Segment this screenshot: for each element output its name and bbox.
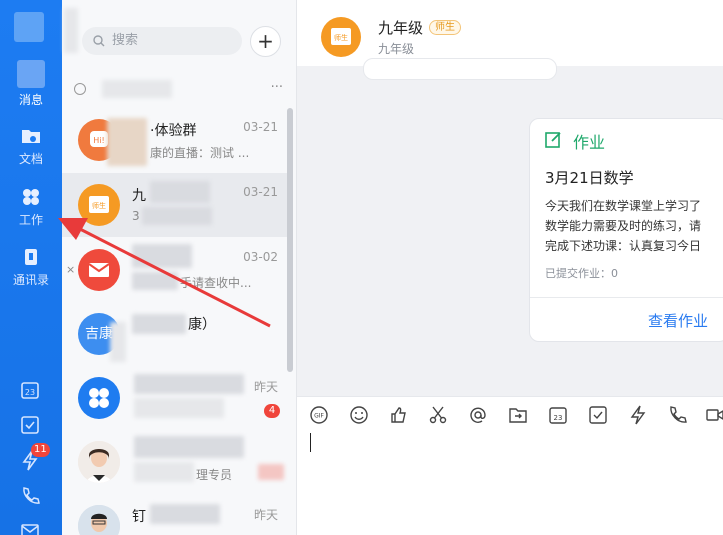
list-item[interactable]: × 手请查收中... 03-02 bbox=[62, 238, 292, 302]
search-input[interactable]: 搜索 bbox=[82, 27, 242, 55]
class-avatar: 师生 bbox=[78, 184, 120, 226]
list-item[interactable]: Hi! ·体验群 康的直播：测试 ... 03-21 bbox=[62, 108, 292, 172]
phone-icon[interactable] bbox=[19, 485, 41, 507]
person-avatar bbox=[78, 441, 120, 483]
scissors-icon[interactable] bbox=[428, 405, 448, 425]
checkbox-icon[interactable] bbox=[588, 405, 608, 425]
conversation-preview: 手请查收中... bbox=[180, 276, 252, 290]
previous-message bbox=[363, 58, 557, 80]
chat-title: 九年级 bbox=[378, 19, 424, 37]
conversation-time: 03-02 bbox=[243, 250, 278, 264]
input-toolbar: GIF 23 bbox=[297, 396, 723, 432]
calendar-icon[interactable]: 23 bbox=[548, 405, 568, 425]
chat-subtitle: 九年级 bbox=[378, 42, 415, 56]
svg-text:Hi!: Hi! bbox=[93, 136, 104, 145]
rail-label: 文档 bbox=[18, 152, 43, 166]
svg-text:23: 23 bbox=[25, 388, 35, 397]
video-icon[interactable] bbox=[705, 405, 723, 425]
rail-label: 消息 bbox=[18, 93, 43, 107]
svg-text:师生: 师生 bbox=[334, 33, 348, 42]
rail-item-work[interactable]: 工作 bbox=[0, 186, 62, 228]
pin-icon bbox=[74, 83, 86, 95]
conversation-list: 搜索 + ··· Hi! ·体验群 康的直播：测试 ... 03-21 师生 九… bbox=[62, 0, 297, 535]
homework-icon bbox=[545, 132, 561, 148]
rail-label: 工作 bbox=[18, 213, 43, 227]
close-icon[interactable]: × bbox=[66, 263, 75, 276]
thumbs-up-icon[interactable] bbox=[389, 405, 409, 425]
more-icon[interactable]: ··· bbox=[271, 80, 283, 95]
notification-badge: 11 bbox=[31, 443, 50, 457]
emoji-icon[interactable] bbox=[349, 405, 369, 425]
user-avatar[interactable] bbox=[14, 12, 44, 42]
list-item[interactable]: 昨天 4 bbox=[62, 366, 292, 430]
search-icon bbox=[93, 35, 105, 47]
rail-item-docs[interactable]: 文档 bbox=[0, 125, 62, 167]
role-tag: 师生 bbox=[429, 20, 461, 35]
conversation-time: 昨天 bbox=[253, 380, 278, 394]
left-rail: 消息 文档 工作 通讯录 23 11 bbox=[0, 0, 62, 535]
folder-send-icon[interactable] bbox=[508, 405, 528, 425]
list-item[interactable]: 钉 昨天 bbox=[62, 494, 292, 535]
conversation-name: 康） bbox=[188, 317, 216, 333]
todo-icon[interactable] bbox=[19, 414, 41, 436]
submitted-count: 已提交作业：0 bbox=[545, 267, 618, 280]
list-item[interactable]: 理专员 bbox=[62, 430, 292, 494]
mail-icon[interactable] bbox=[19, 520, 41, 535]
conversation-preview: 理专员 bbox=[196, 468, 233, 482]
homework-title: 3月21日数学 bbox=[545, 169, 634, 187]
add-button[interactable]: + bbox=[250, 26, 281, 57]
chat-icon bbox=[17, 60, 45, 88]
contacts-icon bbox=[25, 249, 37, 265]
folder-icon bbox=[22, 130, 40, 143]
text-caret bbox=[310, 433, 311, 452]
svg-text:师生: 师生 bbox=[92, 201, 106, 210]
message-input[interactable] bbox=[297, 432, 723, 535]
grid-icon bbox=[23, 189, 39, 205]
view-homework-button[interactable]: 查看作业 bbox=[648, 310, 708, 331]
app-avatar bbox=[78, 377, 120, 419]
conversation-time: 昨天 bbox=[253, 508, 278, 522]
rail-item-contacts[interactable]: 通讯录 bbox=[0, 246, 62, 288]
at-icon[interactable] bbox=[468, 405, 488, 425]
calendar-icon[interactable]: 23 bbox=[19, 379, 41, 401]
conversation-time: 03-21 bbox=[243, 185, 278, 199]
chat-header: 师生 九年级 师生 九年级 bbox=[297, 0, 723, 66]
svg-text:GIF: GIF bbox=[314, 413, 324, 420]
conversation-time: 03-21 bbox=[243, 120, 278, 134]
section-header: ··· bbox=[62, 78, 297, 102]
person-avatar bbox=[78, 505, 120, 535]
gif-icon[interactable]: GIF bbox=[309, 405, 329, 425]
message-area[interactable]: 作业 3月21日数学 今天我们在数学课堂上学习了 数学能力需要及时的练习，请 完… bbox=[297, 58, 723, 396]
svg-text:23: 23 bbox=[554, 414, 563, 422]
list-item[interactable]: 吉康 康） bbox=[62, 302, 292, 366]
rail-label: 通讯录 bbox=[12, 273, 49, 287]
homework-card[interactable]: 作业 3月21日数学 今天我们在数学课堂上学习了 数学能力需要及时的练习，请 完… bbox=[529, 118, 723, 342]
phone-icon[interactable] bbox=[667, 405, 687, 425]
rail-item-messages[interactable]: 消息 bbox=[0, 60, 62, 108]
mail-avatar bbox=[78, 249, 120, 291]
chat-avatar: 师生 bbox=[321, 17, 361, 57]
chat-pane: 师生 九年级 师生 九年级 作业 3月21日数学 今天我们在数学课堂上学习了 数… bbox=[297, 0, 723, 535]
unread-badge: 4 bbox=[264, 404, 280, 418]
list-item[interactable]: 师生 九 3 03-21 bbox=[62, 173, 292, 237]
card-divider bbox=[530, 297, 723, 298]
search-placeholder: 搜索 bbox=[112, 33, 139, 48]
conversation-preview: 康的直播：测试 ... bbox=[150, 146, 250, 160]
homework-body: 今天我们在数学课堂上学习了 数学能力需要及时的练习，请 完成下述功课：认真复习今… bbox=[545, 199, 702, 253]
list-scrollbar[interactable] bbox=[287, 108, 293, 372]
lightning-icon[interactable] bbox=[628, 405, 648, 425]
